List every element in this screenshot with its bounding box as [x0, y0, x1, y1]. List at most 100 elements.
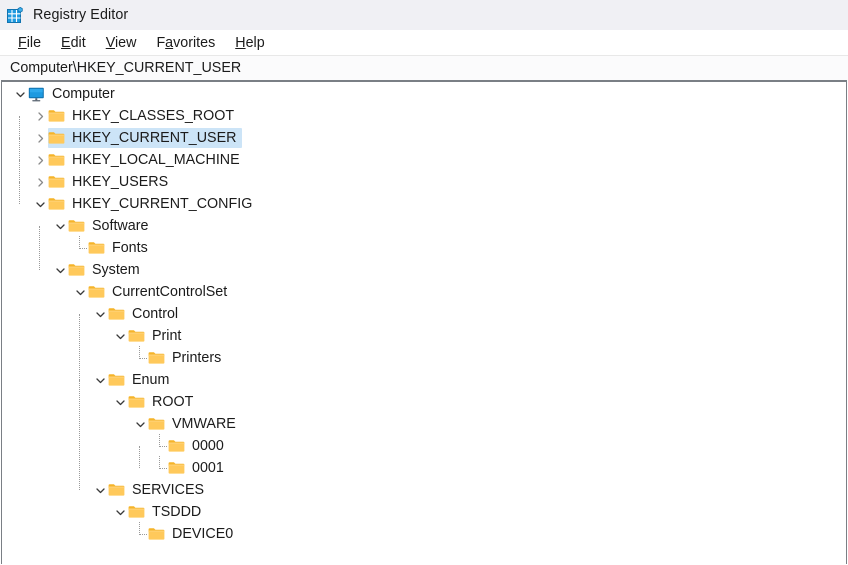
tree-node-body[interactable]: CurrentControlSet: [88, 282, 233, 302]
tree-node-body[interactable]: HKEY_LOCAL_MACHINE: [48, 150, 246, 170]
tree-node-fonts[interactable]: Fonts: [2, 236, 846, 259]
menu-item-file[interactable]: File: [8, 33, 51, 53]
registry-tree-panel[interactable]: Computer HKEY_CLASSES_ROOT HKEY_CURRENT_US…: [1, 80, 847, 564]
folder-icon: [48, 130, 65, 146]
chevron-down-icon[interactable]: [112, 325, 128, 347]
folder-icon: [68, 262, 85, 278]
tree-node-label: Enum: [132, 372, 170, 388]
tree-node-computer[interactable]: Computer: [2, 83, 846, 105]
chevron-right-icon[interactable]: [32, 127, 48, 149]
tree-node-label: HKEY_USERS: [72, 174, 169, 190]
tree-node-vmware[interactable]: VMWARE: [2, 413, 846, 435]
folder-icon: [88, 240, 105, 256]
tree-node-body[interactable]: HKEY_CURRENT_USER: [48, 128, 243, 148]
tree-node-label: TSDDD: [152, 504, 202, 520]
chevron-down-icon[interactable]: [72, 281, 88, 303]
tree-node-body[interactable]: SERVICES: [108, 480, 210, 500]
folder-icon: [108, 482, 125, 498]
tree-node-label: HKEY_CURRENT_USER: [72, 130, 237, 146]
tree-node-body[interactable]: HKEY_CLASSES_ROOT: [48, 106, 240, 126]
tree-node-body[interactable]: TSDDD: [128, 502, 207, 522]
folder-icon: [48, 174, 65, 190]
menu-item-edit[interactable]: Edit: [51, 33, 96, 53]
chevron-down-icon[interactable]: [12, 83, 28, 105]
tree-node-device0[interactable]: DEVICE0: [2, 522, 846, 545]
address-bar[interactable]: Computer\HKEY_CURRENT_USER: [0, 56, 848, 80]
tree-node-hkey-classes-root[interactable]: HKEY_CLASSES_ROOT: [2, 105, 846, 127]
tree-node-body[interactable]: 0001: [168, 458, 230, 478]
chevron-down-icon[interactable]: [52, 259, 68, 281]
chevron-down-icon[interactable]: [92, 303, 108, 325]
window-title: Registry Editor: [33, 7, 129, 23]
tree-node-body[interactable]: Control: [108, 304, 184, 324]
tree-node-label: DEVICE0: [172, 526, 234, 542]
tree-node-label: SERVICES: [132, 482, 205, 498]
tree-connector: [72, 236, 88, 259]
folder-icon: [148, 526, 165, 542]
tree-node-hkey-current-user[interactable]: HKEY_CURRENT_USER: [2, 127, 846, 149]
tree-node-label: HKEY_CURRENT_CONFIG: [72, 196, 253, 212]
tree-node-hkey-current-config[interactable]: HKEY_CURRENT_CONFIG: [2, 193, 846, 215]
tree-node-body[interactable]: Print: [128, 326, 187, 346]
tree-node-label: Software: [92, 218, 149, 234]
tree-node-body[interactable]: Software: [68, 216, 154, 236]
tree-node-label: System: [92, 262, 140, 278]
chevron-right-icon[interactable]: [32, 105, 48, 127]
chevron-right-icon[interactable]: [32, 171, 48, 193]
tree-node-hkey-local-machine[interactable]: HKEY_LOCAL_MACHINE: [2, 149, 846, 171]
tree-node-body[interactable]: DEVICE0: [148, 524, 239, 544]
menu-item-view[interactable]: View: [96, 33, 147, 53]
chevron-down-icon[interactable]: [112, 501, 128, 523]
tree-node-label: CurrentControlSet: [112, 284, 228, 300]
tree-node-label: Computer: [52, 86, 115, 102]
tree-node-body[interactable]: System: [68, 260, 146, 280]
tree-node-label: 0001: [192, 460, 224, 476]
chevron-down-icon[interactable]: [52, 215, 68, 237]
tree-node-enum[interactable]: Enum: [2, 369, 846, 391]
tree-node-print[interactable]: Print: [2, 325, 846, 347]
folder-icon: [148, 416, 165, 432]
menu-item-help[interactable]: Help: [225, 33, 274, 53]
tree-node-body[interactable]: Enum: [108, 370, 175, 390]
tree-node-body[interactable]: ROOT: [128, 392, 199, 412]
folder-icon: [128, 394, 145, 410]
tree-node-body[interactable]: Printers: [148, 348, 227, 368]
tree-node-body[interactable]: VMWARE: [148, 414, 242, 434]
tree-node-tsddd[interactable]: TSDDD: [2, 501, 846, 523]
folder-icon: [48, 196, 65, 212]
tree-node-root[interactable]: ROOT: [2, 391, 846, 413]
folder-icon: [68, 218, 85, 234]
menu-item-favorites[interactable]: Favorites: [146, 33, 225, 53]
tree-node-body[interactable]: Fonts: [88, 238, 154, 258]
tree-node-currentcontrolset[interactable]: CurrentControlSet: [2, 281, 846, 303]
folder-icon: [168, 460, 185, 476]
chevron-down-icon[interactable]: [32, 193, 48, 215]
tree-node-body[interactable]: HKEY_USERS: [48, 172, 174, 192]
chevron-down-icon[interactable]: [92, 369, 108, 391]
chevron-down-icon[interactable]: [92, 479, 108, 501]
title-bar: Registry Editor: [0, 0, 848, 30]
tree-node-control[interactable]: Control: [2, 303, 846, 325]
tree-node-printers[interactable]: Printers: [2, 346, 846, 369]
tree-node-body[interactable]: HKEY_CURRENT_CONFIG: [48, 194, 258, 214]
tree-node-body[interactable]: Computer: [28, 84, 121, 104]
tree-node-hkey-users[interactable]: HKEY_USERS: [2, 171, 846, 193]
chevron-down-icon[interactable]: [132, 413, 148, 435]
folder-icon: [48, 108, 65, 124]
tree-node-label: Print: [152, 328, 182, 344]
registry-tree[interactable]: Computer HKEY_CLASSES_ROOT HKEY_CURRENT_US…: [2, 83, 846, 545]
tree-node-vmware-0000[interactable]: 0000: [2, 434, 846, 457]
tree-node-vmware-0001[interactable]: 0001: [2, 456, 846, 479]
folder-icon: [88, 284, 105, 300]
chevron-down-icon[interactable]: [112, 391, 128, 413]
folder-icon: [128, 504, 145, 520]
tree-node-software[interactable]: Software: [2, 215, 846, 237]
tree-connector: [132, 346, 148, 369]
tree-node-system[interactable]: System: [2, 259, 846, 281]
tree-node-services[interactable]: SERVICES: [2, 479, 846, 501]
tree-node-body[interactable]: 0000: [168, 436, 230, 456]
tree-node-label: HKEY_LOCAL_MACHINE: [72, 152, 240, 168]
tree-connector: [132, 522, 148, 545]
folder-icon: [128, 328, 145, 344]
chevron-right-icon[interactable]: [32, 149, 48, 171]
